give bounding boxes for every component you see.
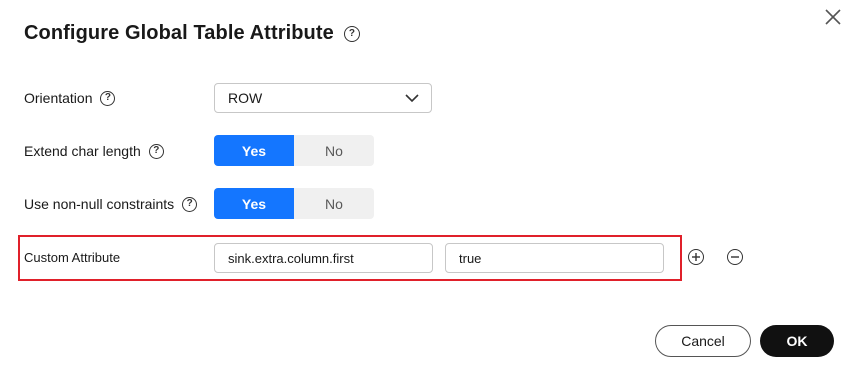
close-icon[interactable] [822,6,844,28]
extend-char-length-row: Extend char length ? [24,135,164,167]
dialog-title: Configure Global Table Attribute [24,22,334,44]
chevron-down-icon [405,90,419,106]
extend-char-length-label: Extend char length ? [24,143,164,159]
title-help-icon[interactable]: ? [343,25,360,42]
configure-dialog: Configure Global Table Attribute ? Orien… [0,0,859,381]
orientation-help-icon[interactable]: ? [100,90,116,106]
extend-char-length-label-text: Extend char length [24,143,141,159]
non-null-no-button[interactable]: No [294,188,374,219]
custom-attribute-value-input[interactable] [445,243,664,273]
non-null-label: Use non-null constraints ? [24,196,198,212]
dialog-header: Configure Global Table Attribute ? [24,22,360,45]
non-null-row: Use non-null constraints ? [24,188,198,220]
orientation-label-text: Orientation [24,90,93,106]
orientation-row: Orientation ? [24,82,116,114]
add-circle-icon[interactable] [688,249,704,265]
non-null-help-icon[interactable]: ? [182,196,198,212]
ok-button[interactable]: OK [760,325,834,357]
orientation-select-value: ROW [228,90,263,106]
extend-char-length-no-button[interactable]: No [294,135,374,166]
custom-attribute-label: Custom Attribute [24,249,121,265]
non-null-yes-button[interactable]: Yes [214,188,294,219]
non-null-toggle: Yes No [214,188,374,219]
orientation-select[interactable]: ROW [214,83,432,113]
orientation-label: Orientation ? [24,90,116,106]
extend-char-length-yes-button[interactable]: Yes [214,135,294,166]
cancel-button[interactable]: Cancel [655,325,751,357]
remove-circle-icon[interactable] [727,249,743,265]
extend-char-length-toggle: Yes No [214,135,374,166]
custom-attribute-row: Custom Attribute [24,241,120,273]
non-null-label-text: Use non-null constraints [24,196,175,212]
extend-char-length-help-icon[interactable]: ? [148,143,164,159]
custom-attribute-key-input[interactable] [214,243,433,273]
